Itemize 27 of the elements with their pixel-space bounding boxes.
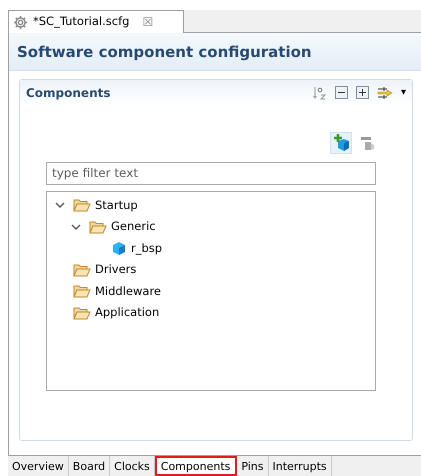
chevron-down-icon[interactable] (55, 201, 65, 210)
filter-arrows-icon[interactable] (376, 86, 393, 100)
chevron-down-icon[interactable] (71, 222, 81, 231)
close-icon[interactable]: ☒ (142, 13, 154, 31)
gear-icon (13, 14, 28, 30)
folder-icon (73, 198, 91, 212)
expand-all-icon[interactable] (356, 86, 369, 99)
component-icon (111, 240, 127, 256)
editor-tab[interactable]: *SC_Tutorial.scfg ☒ (8, 10, 184, 33)
tree-item[interactable]: Startup (95, 196, 138, 214)
tree-item[interactable]: Generic (111, 218, 156, 236)
sort-icon[interactable] (312, 86, 327, 100)
add-component-icon[interactable] (330, 132, 352, 154)
collapse-all-icon[interactable] (334, 86, 348, 99)
filter-input[interactable]: type filter text (46, 162, 376, 184)
tree-item[interactable]: Drivers (95, 261, 136, 278)
page-tab[interactable]: Components (154, 456, 238, 476)
editor-tab-title: *SC_Tutorial.scfg (33, 13, 130, 30)
tree-item[interactable]: Application (95, 304, 160, 322)
folder-icon (89, 220, 107, 234)
folder-icon (73, 306, 91, 320)
folder-icon (73, 284, 91, 298)
folder-icon (73, 262, 91, 277)
tree-item[interactable]: Middleware (95, 282, 161, 300)
tree-item[interactable]: r_bsp (131, 240, 162, 257)
page-title: Software component configuration (17, 42, 313, 63)
section-title: Components (26, 84, 112, 102)
